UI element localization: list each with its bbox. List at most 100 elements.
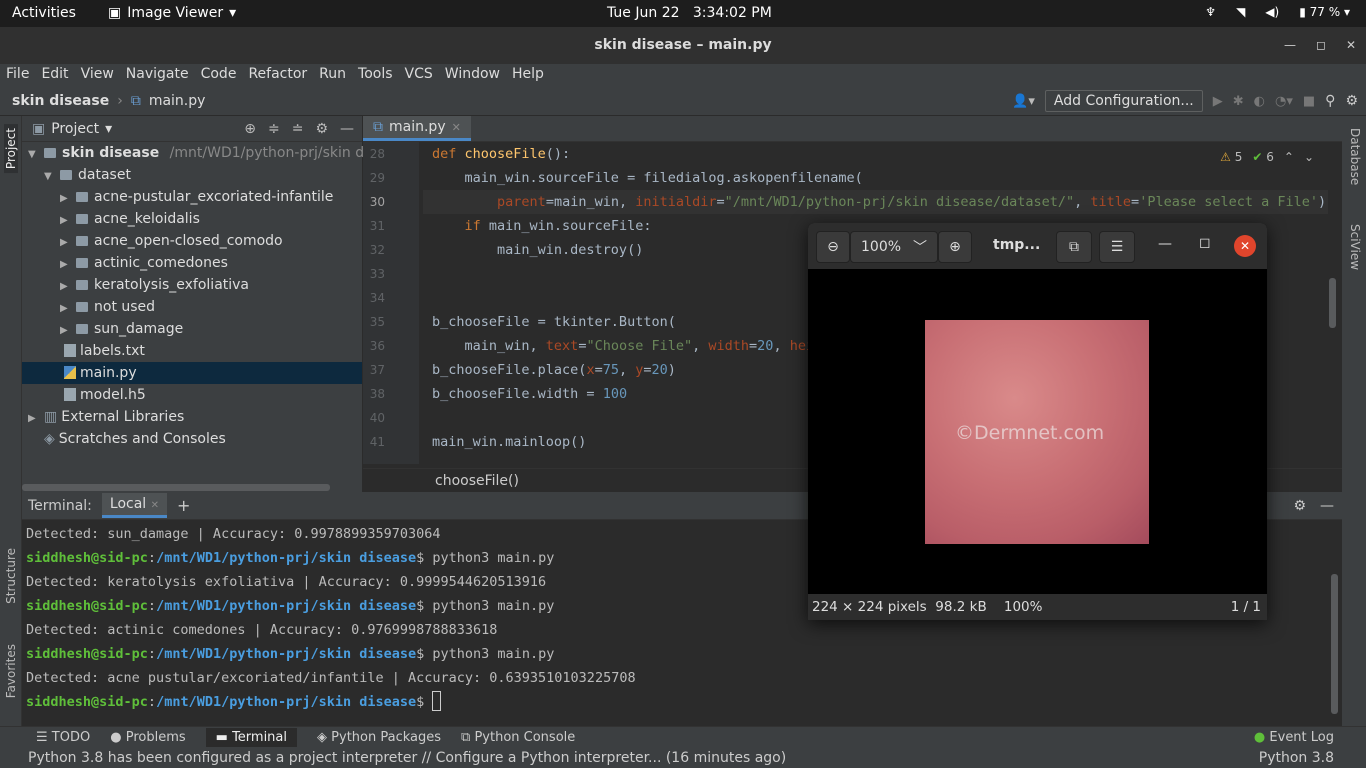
window-titlebar: skin disease – main.py — ◻ ✕ [0,27,1366,64]
tree-external-libraries[interactable]: ▶ ▥ External Libraries [22,406,362,428]
project-tree: ▼ skin disease /mnt/WD1/python-prj/skin d… [22,142,375,450]
close-icon[interactable]: ✕ [452,121,461,134]
tree-folder[interactable]: ▶ not used [22,296,362,318]
folder-icon [60,170,72,180]
maximize-icon[interactable]: ◻ [1316,27,1326,64]
run-icon[interactable]: ▶ [1213,94,1223,109]
add-icon[interactable]: + [177,496,190,515]
chevron-right-icon[interactable]: ▶ [28,408,40,430]
menu-edit[interactable]: Edit [35,64,74,88]
menu-tools[interactable]: Tools [352,64,399,88]
interpreter-selector[interactable]: Python 3.8 [1259,748,1334,768]
tool-terminal[interactable]: ▬ Terminal [205,728,298,747]
minimize-icon[interactable]: — [1284,27,1296,64]
debug-icon[interactable]: ✱ [1233,94,1244,109]
zoom-level-dropdown[interactable]: 100% ﹀ [850,231,938,263]
chevron-right-icon[interactable]: ▶ [60,232,72,254]
editor-tab-main-py[interactable]: ⧉ main.py ✕ [363,116,471,141]
chevron-right-icon[interactable]: ▶ [60,254,72,276]
menu-vcs[interactable]: VCS [399,64,439,88]
menu-run[interactable]: Run [313,64,352,88]
tool-python-packages[interactable]: ◈ Python Packages [317,730,441,745]
tree-folder[interactable]: ▶ actinic_comedones [22,252,362,274]
tool-label: Terminal [232,730,288,745]
menu-view[interactable]: View [75,64,120,88]
chevron-right-icon[interactable]: ▶ [60,210,72,232]
hide-icon[interactable]: — [340,121,354,137]
menu-help[interactable]: Help [506,64,550,88]
project-view-selector[interactable]: Project [51,121,99,137]
locate-icon[interactable]: ⊕ [244,121,256,137]
side-tab-database[interactable]: Database [1348,128,1362,185]
collapse-all-icon[interactable]: ≐ [292,121,304,137]
zoom-out-button[interactable]: ⊖ [816,231,850,263]
maximize-icon[interactable]: ◻ [1199,235,1211,251]
tool-label: TODO [51,730,91,745]
breadcrumb-file[interactable]: main.py [149,93,206,109]
system-tray[interactable]: ♆ ◥ ◀) ▮ 77 % ▾ [1205,5,1350,19]
close-icon[interactable]: ✕ [1346,27,1356,64]
side-tab-structure[interactable]: Structure [4,548,18,604]
gear-icon[interactable]: ⚙ [315,121,328,137]
expand-all-icon[interactable]: ≑ [268,121,280,137]
tree-folder[interactable]: ▶ acne_open-closed_comodo [22,230,362,252]
add-configuration-button[interactable]: Add Configuration... [1044,90,1203,112]
chevron-right-icon[interactable]: ▶ [60,320,72,342]
menu-code[interactable]: Code [195,64,243,88]
side-tab-favorites[interactable]: Favorites [4,644,18,698]
menu-button[interactable]: ☰ [1099,231,1135,263]
activities-button[interactable]: Activities [12,5,76,21]
tree-folder[interactable]: ▶ acne-pustular_excoriated-infantile [22,186,362,208]
gear-icon[interactable]: ⚙ [1293,498,1306,514]
skin-lesion-image[interactable]: ©Dermnet.com [925,320,1149,544]
chevron-right-icon[interactable]: ▶ [60,188,72,210]
breadcrumb-project[interactable]: skin disease [12,93,109,109]
tree-folder[interactable]: ▶ sun_damage [22,318,362,340]
side-tab-sciview[interactable]: SciView [1348,224,1362,270]
tool-problems[interactable]: ● Problems [110,730,185,745]
settings-icon[interactable]: ⚙ [1345,93,1358,109]
chevron-down-icon[interactable]: ▾ [105,121,112,137]
menu-refactor[interactable]: Refactor [242,64,313,88]
search-icon[interactable]: ⚲ [1325,93,1335,109]
tree-file[interactable]: model.h5 [22,384,362,406]
close-icon[interactable]: ✕ [1234,235,1256,257]
zoom-in-button[interactable]: ⊕ [938,231,972,263]
menu-file[interactable]: File [0,64,35,88]
tree-folder[interactable]: ▶ keratolysis_exfoliativa [22,274,362,296]
terminal-vertical-scrollbar[interactable] [1331,574,1338,714]
tree-file[interactable]: labels.txt [22,340,362,362]
terminal-prompt-line: siddhesh@sid-pc:/mnt/WD1/python-prj/skin… [22,690,1342,714]
status-message[interactable]: Python 3.8 has been configured as a proj… [28,750,786,766]
tree-file-selected[interactable]: main.py [22,362,362,384]
gallery-button[interactable]: ⧉ [1056,231,1092,263]
tool-python-console[interactable]: ⧉ Python Console [461,730,575,745]
chevron-down-icon[interactable]: ▼ [28,144,40,166]
menu-window[interactable]: Window [439,64,506,88]
tree-root[interactable]: ▼ skin disease /mnt/WD1/python-prj/skin d… [22,142,375,166]
terminal-tab-local[interactable]: Local ✕ [101,493,168,518]
profile-icon[interactable]: ◔▾ [1275,94,1293,109]
volume-icon: ◀) [1265,5,1280,19]
chevron-down-icon[interactable]: ▼ [44,166,56,188]
app-menu[interactable]: ▣ Image Viewer ▾ [108,5,236,21]
tree-folder[interactable]: ▶ acne_keloidalis [22,208,362,230]
breadcrumb-function[interactable]: chooseFile() [435,473,519,489]
clock[interactable]: Tue Jun 22 3:34:02 PM [607,5,772,21]
hide-icon[interactable]: — [1320,498,1334,514]
tree-scratches[interactable]: ◈ Scratches and Consoles [22,428,362,450]
event-log-button[interactable]: ● Event Log [1254,730,1366,745]
chevron-right-icon[interactable]: ▶ [60,276,72,298]
chevron-right-icon[interactable]: ▶ [60,298,72,320]
editor-vertical-scrollbar[interactable] [1329,278,1336,328]
stop-icon[interactable]: ■ [1303,94,1315,109]
tool-todo[interactable]: ☰ TODO [36,730,90,745]
close-icon[interactable]: ✕ [151,500,159,511]
project-horizontal-scrollbar[interactable] [22,484,330,491]
user-icon[interactable]: 👤▾ [1012,94,1035,109]
tree-folder-dataset[interactable]: ▼ dataset [22,164,362,186]
minimize-icon[interactable]: — [1158,236,1172,252]
coverage-icon[interactable]: ◐ [1254,94,1265,109]
menu-navigate[interactable]: Navigate [120,64,195,88]
side-tab-project[interactable]: Project [4,124,18,174]
